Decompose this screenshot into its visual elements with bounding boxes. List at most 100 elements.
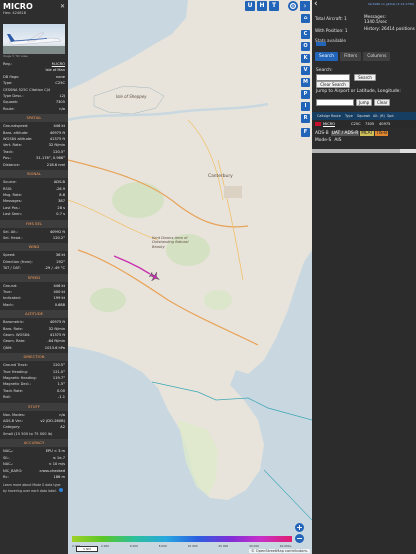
spatial-value: 218.6 nmi: [46, 162, 65, 167]
wind-list: Speed: 36 kt Direction (from): 292° TAT / OA…: [3, 252, 65, 271]
header-route[interactable]: Route: [330, 112, 344, 120]
route-value: n/a: [59, 106, 65, 111]
side-button-r[interactable]: R: [301, 114, 310, 123]
header-type[interactable]: Type: [344, 112, 356, 120]
header-callsign[interactable]: Callsign: [316, 112, 330, 120]
header-alt[interactable]: Alt. (ft): [372, 112, 386, 120]
callsign-title: MICRO: [3, 2, 33, 11]
settings-gear-icon[interactable]: [288, 1, 298, 11]
wind-row: TAT / OAT: -29 / -49 °C: [3, 265, 65, 271]
hex-line: Hex: 424818: [3, 11, 65, 15]
signal-list: Source: ADS-B RSSI: -26.9 Msg. Rate: 8.6 Messa…: [3, 179, 65, 217]
section-fms[interactable]: FMS SEL: [0, 219, 68, 228]
altitude-list: Barometric: 40975 ft Baro. Rate: 32 ft/min G…: [3, 319, 65, 351]
clear-jump-button[interactable]: Clear: [374, 99, 390, 106]
with-pos-value: 1: [344, 28, 348, 33]
jump-button[interactable]: Jump: [356, 99, 372, 106]
clear-search-button[interactable]: Clear Search: [316, 81, 350, 88]
section-spatial[interactable]: SPATIAL: [0, 114, 68, 123]
label-canterbury: Canterbury: [208, 174, 233, 179]
close-icon[interactable]: ✕: [60, 3, 65, 10]
row-callsign[interactable]: MICRO: [322, 120, 338, 128]
alt-tick: 6 000: [129, 544, 138, 548]
fms-row: Sel. Head.: 120.2°: [3, 235, 65, 241]
side-button-o[interactable]: O: [301, 42, 310, 51]
speed-value: 0.688: [54, 302, 65, 307]
tab-search[interactable]: Search: [315, 52, 339, 61]
aircraft-photo-image: [3, 32, 65, 54]
zoom-out-button[interactable]: −: [295, 534, 304, 543]
alt-tick: 20 000: [218, 544, 229, 548]
table-header: Callsign Route Type Squawk Alt. (ft) Spd…: [312, 112, 416, 120]
stuff-list: Nav. Modes: n/a ADS-B Ver.: v2 (DO-260B) Cat…: [3, 412, 65, 438]
altitude-value: 1013.6 hPa: [44, 345, 65, 350]
section-speed[interactable]: SPEED: [0, 273, 68, 282]
expand-left-icon[interactable]: ‹: [314, 0, 318, 9]
direction-list: Ground Track: 120.5° True Heading: 121.0° Ma…: [3, 362, 65, 400]
photo-credit: Image © Tim Lowe: [3, 55, 28, 58]
map-attribution[interactable]: © OpenStreetMap contributors.: [249, 549, 310, 553]
map-layers-icon[interactable]: ⌂: [301, 14, 310, 23]
section-accuracy[interactable]: ACCURACY: [0, 439, 68, 448]
accuracy-list: NACₚ: EPU < 3 m SIL: ≤ 1e-7 NACᵥ: < 10 m/s NIC…: [3, 448, 65, 480]
row-type: C25C: [351, 122, 361, 126]
map-scale: 5 NM: [76, 546, 98, 552]
map-button-u[interactable]: U: [245, 1, 255, 11]
header-spd[interactable]: Spd.: [386, 112, 396, 120]
side-button-i[interactable]: I: [301, 102, 310, 111]
jump-label: Jump to Airport or Latitude, Longitude:: [316, 89, 401, 94]
table-row[interactable]: MICRO C25C 7305 40975: [312, 120, 416, 128]
signal-value: 0.7 s: [56, 212, 65, 217]
section-wind[interactable]: WIND: [0, 243, 68, 252]
stuff-label: Small (15 500 to 75 000 lb): [3, 431, 53, 436]
map-button-h[interactable]: H: [257, 1, 267, 11]
label-isle-of-sheppey: Isle of Sheppey: [116, 94, 147, 99]
side-button-k[interactable]: K: [301, 54, 310, 63]
search-input[interactable]: [316, 74, 350, 81]
side-button-f[interactable]: F: [301, 128, 310, 137]
with-pos-label: With Position:: [315, 28, 344, 33]
map-view[interactable]: Isle of Sheppey Canterbury Kent Downs Ar…: [68, 0, 312, 554]
history-value: 26414 positions: [381, 26, 415, 31]
header-squawk[interactable]: Squawk: [356, 112, 372, 120]
aircraft-list-panel: ‹ tar1090 on github (3.14.1730) Total Ai…: [312, 0, 416, 554]
horizontal-scrollbar[interactable]: [312, 149, 416, 153]
tag-ais: AIS: [334, 138, 342, 143]
section-stuff[interactable]: STUFF: [0, 402, 68, 411]
scrollbar-thumb[interactable]: [312, 149, 400, 153]
map-canvas[interactable]: [68, 0, 312, 554]
aircraft-photo[interactable]: [3, 24, 65, 54]
stats-toggle[interactable]: [316, 42, 326, 46]
side-button-p[interactable]: P: [301, 90, 310, 99]
search-button[interactable]: Search: [354, 74, 376, 81]
speed-label: Mach:: [3, 302, 14, 307]
section-direction[interactable]: DIRECTION: [0, 353, 68, 362]
messages-value: 1340.5/sec: [364, 19, 388, 25]
jump-input[interactable]: [316, 99, 354, 106]
side-button-v[interactable]: V: [301, 66, 310, 75]
footnote: Learn more about Mode S data type by hov…: [0, 480, 68, 497]
stuff-row: Small (15 500 to 75 000 lb): [3, 431, 65, 437]
hex-value: 424818: [12, 11, 27, 15]
collapse-right-icon[interactable]: ›: [300, 1, 310, 11]
total-label: Total Aircraft:: [315, 16, 343, 21]
accuracy-label: Rc:: [3, 474, 9, 479]
side-button-c[interactable]: C: [301, 30, 310, 39]
wind-label: TAT / OAT:: [3, 266, 21, 271]
map-button-t[interactable]: T: [269, 1, 279, 11]
version-link[interactable]: tar1090 on github (3.14.1730): [368, 2, 414, 6]
direction-label: Roll:: [3, 395, 11, 400]
speed-row: Mach: 0.688: [3, 302, 65, 308]
footnote-text: Learn more about Mode S data type by hov…: [3, 483, 61, 494]
tab-columns[interactable]: Columns: [363, 52, 391, 61]
section-altitude[interactable]: ALTITUDE: [0, 310, 68, 319]
label-kent-downs: Kent Downs Area of Outstanding Natural B…: [152, 236, 189, 249]
aircraft-marker-icon[interactable]: [149, 271, 161, 283]
flag-icon: [312, 120, 322, 128]
side-button-m[interactable]: M: [301, 78, 310, 87]
total-value: 1: [344, 16, 347, 21]
tab-filters[interactable]: Filters: [340, 52, 362, 61]
section-signal[interactable]: SIGNAL: [0, 170, 68, 179]
source-legend: ADS-B UAT / ADS-R MLAT TIS-B Mode-S AIS: [314, 130, 414, 144]
zoom-in-button[interactable]: +: [295, 523, 304, 532]
